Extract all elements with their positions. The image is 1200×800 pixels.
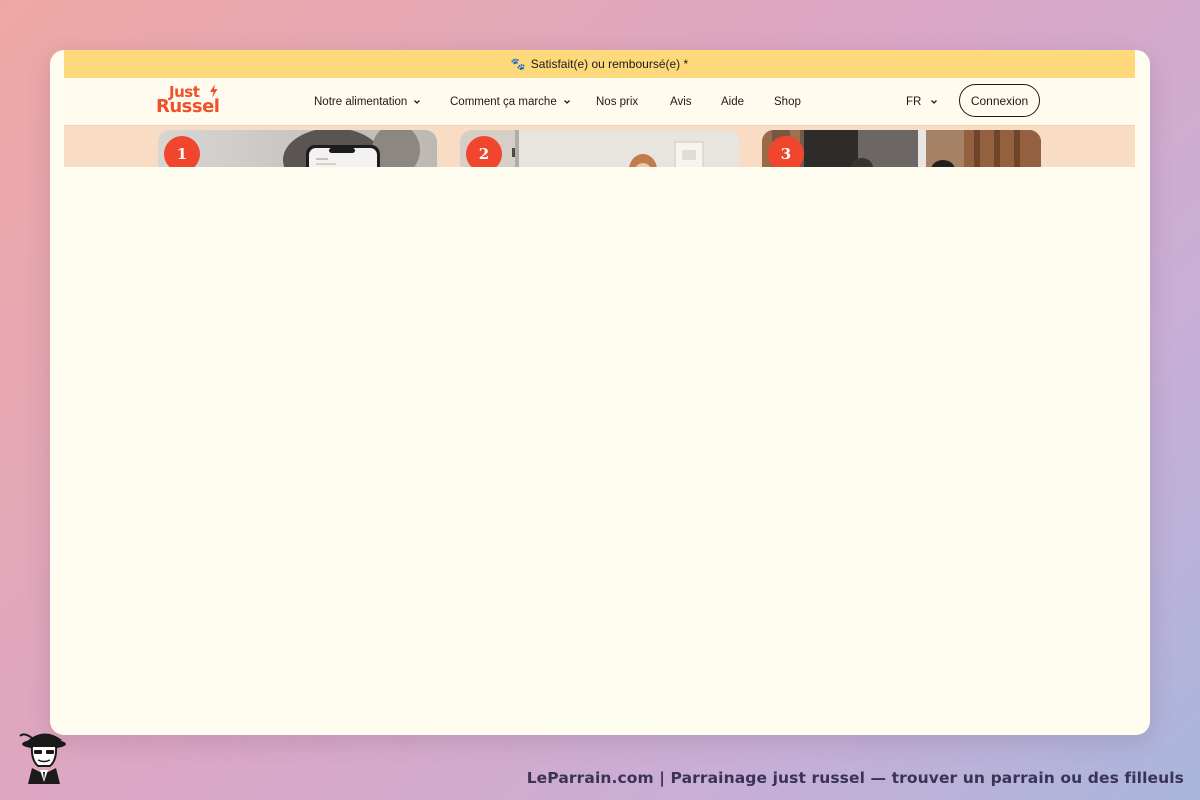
- nav-aide[interactable]: Aide: [721, 78, 744, 125]
- language-selector[interactable]: FR: [906, 78, 938, 125]
- main-navbar: Just Russel Notre alimentation Comment ç…: [64, 78, 1135, 125]
- nav-label: Notre alimentation: [314, 95, 408, 108]
- step-1-photo: [158, 130, 437, 167]
- step-3-photo: [762, 130, 1041, 167]
- nav-notre-alimentation[interactable]: Notre alimentation: [314, 78, 421, 125]
- promo-text: Satisfait(e) ou remboursé(e) *: [530, 57, 689, 71]
- nav-nos-prix[interactable]: Nos prix: [596, 78, 638, 125]
- step-number-badge: 3: [768, 136, 804, 167]
- nav-label: Shop: [774, 95, 801, 108]
- chevron-down-icon: [931, 99, 938, 104]
- nav-label: Avis: [670, 95, 692, 108]
- steps-section: 1 2 3: [64, 125, 1135, 167]
- nav-comment-ca-marche[interactable]: Comment ça marche: [450, 78, 571, 125]
- paw-icon: 🐾: [510, 57, 526, 71]
- step-number-badge: 2: [466, 136, 502, 167]
- nav-label: Comment ça marche: [450, 95, 557, 108]
- nav-avis[interactable]: Avis: [670, 78, 692, 125]
- chevron-down-icon: [414, 99, 421, 104]
- step-card-1[interactable]: 1: [158, 130, 437, 167]
- promo-banner[interactable]: 🐾 Satisfait(e) ou remboursé(e) *: [64, 50, 1135, 78]
- logo-line-2: Russel: [156, 96, 220, 117]
- nav-label: Aide: [721, 95, 745, 108]
- browser-window: 🐾 Satisfait(e) ou remboursé(e) * Just Ru…: [50, 50, 1150, 735]
- footer-caption: LeParrain.com | Parrainage just russel —…: [526, 769, 1184, 787]
- nav-label: Nos prix: [596, 95, 639, 108]
- step-card-3[interactable]: 3: [762, 130, 1041, 167]
- step-2-photo: [460, 130, 739, 167]
- step-number-badge: 1: [164, 136, 200, 167]
- language-label: FR: [906, 95, 922, 108]
- leparrain-mascot-icon: [19, 733, 66, 784]
- step-card-2[interactable]: 2: [460, 130, 739, 167]
- just-russel-logo[interactable]: Just Russel: [156, 84, 226, 120]
- nav-shop[interactable]: Shop: [774, 78, 801, 125]
- login-button[interactable]: Connexion: [959, 84, 1040, 117]
- chevron-down-icon: [563, 99, 570, 104]
